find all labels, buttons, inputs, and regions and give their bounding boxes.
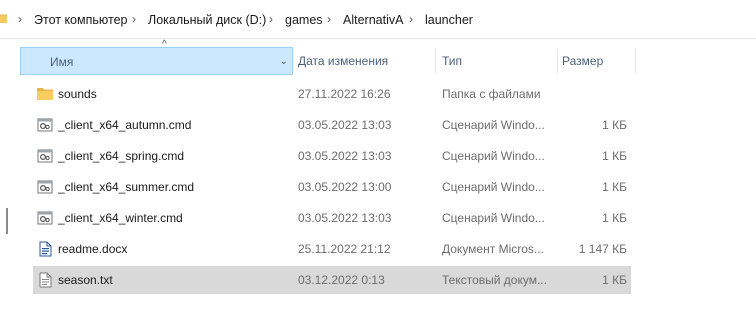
column-divider[interactable] xyxy=(435,49,436,73)
column-header-row: Имя ^ ⌄ Дата изменения Тип Размер xyxy=(20,39,636,76)
file-name: _client_x64_winter.cmd xyxy=(58,211,183,225)
column-header-name-label: Имя xyxy=(50,55,74,69)
file-size: 1 КБ xyxy=(602,149,627,163)
cmd-file-icon xyxy=(37,180,53,194)
breadcrumb-separator: › xyxy=(18,12,22,26)
file-row-sounds[interactable]: sounds 27.11.2022 16:26 Папка с файлами xyxy=(33,80,631,108)
file-row-winter-cmd[interactable]: _client_x64_winter.cmd 03.05.2022 13:03 … xyxy=(33,204,631,232)
file-date: 03.05.2022 13:00 xyxy=(298,180,392,194)
cmd-file-icon xyxy=(37,149,53,163)
file-type: Текстовый докум... xyxy=(442,273,547,287)
folder-icon xyxy=(0,14,7,23)
file-date: 03.05.2022 13:03 xyxy=(298,118,392,132)
file-name: readme.docx xyxy=(58,242,128,256)
column-header-type[interactable]: Тип xyxy=(442,47,557,75)
text-file-icon xyxy=(39,272,52,288)
column-divider[interactable] xyxy=(635,49,636,73)
file-name: _client_x64_spring.cmd xyxy=(58,149,185,163)
file-size: 1 КБ xyxy=(602,180,627,194)
file-name: _client_x64_summer.cmd xyxy=(58,180,195,194)
breadcrumb-games[interactable]: games xyxy=(285,13,323,27)
file-type: Сценарий Windo... xyxy=(442,211,545,225)
breadcrumb-separator: › xyxy=(132,12,136,26)
word-doc-icon xyxy=(39,241,52,257)
nav-pane-scrollbar[interactable] xyxy=(6,208,8,234)
file-size xyxy=(547,80,627,108)
column-divider[interactable] xyxy=(557,49,558,73)
breadcrumb-launcher[interactable]: launcher xyxy=(425,13,473,27)
column-header-name[interactable]: Имя ^ ⌄ xyxy=(20,39,293,76)
file-type: Сценарий Windo... xyxy=(442,180,545,194)
breadcrumb-separator: › xyxy=(409,12,413,26)
file-date: 27.11.2022 16:26 xyxy=(298,87,391,101)
cmd-file-icon xyxy=(37,211,53,225)
file-size: 1 КБ xyxy=(602,118,627,132)
chevron-down-icon[interactable]: ⌄ xyxy=(280,48,288,76)
column-header-date[interactable]: Дата изменения xyxy=(298,47,438,75)
file-type: Документ Micros... xyxy=(442,242,544,256)
file-date: 03.05.2022 13:03 xyxy=(298,149,392,163)
breadcrumb-alternativa[interactable]: AlternativA xyxy=(343,13,403,27)
file-type: Папка с файлами xyxy=(442,87,541,101)
file-date: 03.05.2022 13:03 xyxy=(298,211,392,225)
sort-ascending-icon: ^ xyxy=(162,39,167,50)
file-size: 1 КБ xyxy=(602,273,627,287)
file-type: Сценарий Windo... xyxy=(442,149,545,163)
column-header-type-label: Тип xyxy=(442,54,463,68)
file-name: _client_x64_autumn.cmd xyxy=(58,118,192,132)
file-type: Сценарий Windo... xyxy=(442,118,545,132)
file-size: 1 147 КБ xyxy=(578,242,627,256)
breadcrumb-separator: › xyxy=(269,12,273,26)
breadcrumb-this-pc[interactable]: Этот компьютер xyxy=(34,13,127,27)
file-date: 03.12.2022 0:13 xyxy=(298,273,385,287)
column-header-size[interactable]: Размер xyxy=(562,47,632,75)
folder-icon xyxy=(37,88,53,100)
file-row-spring-cmd[interactable]: _client_x64_spring.cmd 03.05.2022 13:03 … xyxy=(33,142,631,170)
file-row-season-txt[interactable]: season.txt 03.12.2022 0:13 Текстовый док… xyxy=(33,266,631,294)
file-name: sounds xyxy=(58,87,97,101)
file-date: 25.11.2022 21:12 xyxy=(298,242,391,256)
column-header-date-label: Дата изменения xyxy=(298,54,389,68)
file-size: 1 КБ xyxy=(602,211,627,225)
breadcrumb: › Этот компьютер › Локальный диск (D:) ›… xyxy=(0,0,756,39)
column-header-size-label: Размер xyxy=(562,54,604,68)
file-row-summer-cmd[interactable]: _client_x64_summer.cmd 03.05.2022 13:00 … xyxy=(33,173,631,201)
file-row-autumn-cmd[interactable]: _client_x64_autumn.cmd 03.05.2022 13:03 … xyxy=(33,111,631,139)
breadcrumb-local-disk[interactable]: Локальный диск (D:) xyxy=(148,13,266,27)
breadcrumb-separator: › xyxy=(327,12,331,26)
file-row-readme-docx[interactable]: readme.docx 25.11.2022 21:12 Документ Mi… xyxy=(33,235,631,263)
file-name: season.txt xyxy=(58,273,113,287)
cmd-file-icon xyxy=(37,118,53,132)
